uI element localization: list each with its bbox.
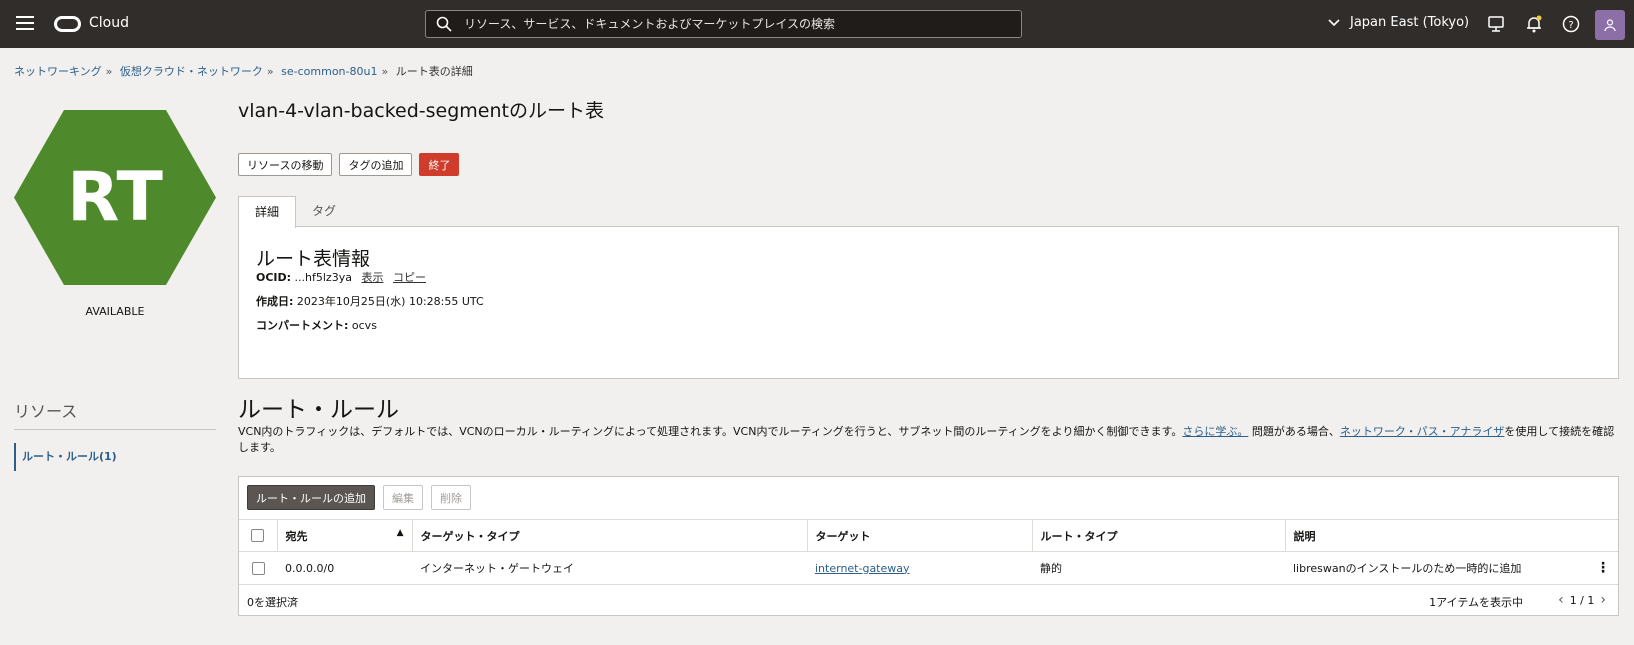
search-box[interactable] [425, 10, 1022, 38]
cell-route-type: 静的 [1032, 551, 1285, 585]
desc-text-2: 問題がある場合、 [1248, 425, 1340, 438]
help-icon[interactable]: ? [1561, 14, 1581, 34]
ocid-copy-link[interactable]: コピー [393, 271, 426, 284]
route-rules-panel: ルート・ルールの追加 編集 削除 宛先 ▲ ターゲット・タイプ ターゲット ルート… [238, 476, 1619, 616]
details-heading: ルート表情報 [256, 248, 371, 270]
ocid-show-link[interactable]: 表示 [361, 271, 383, 284]
learn-more-link[interactable]: さらに学ぶ。 [1182, 425, 1248, 438]
breadcrumb-vcn[interactable]: 仮想クラウド・ネットワーク [120, 65, 263, 78]
ocid-label: OCID: [256, 271, 292, 284]
item-count: 1アイテムを表示中 [1429, 596, 1523, 609]
region-selector[interactable]: Japan East (Tokyo) [1328, 15, 1469, 30]
tab-bar: 詳細 タグ [238, 196, 352, 228]
menu-icon[interactable] [16, 16, 34, 32]
region-label: Japan East (Tokyo) [1350, 15, 1470, 30]
column-route-type[interactable]: ルート・タイプ [1031, 519, 1285, 552]
previous-page-icon[interactable]: ‹ [1558, 592, 1564, 608]
target-link[interactable]: internet-gateway [815, 562, 910, 575]
chevron-down-icon [1328, 18, 1340, 26]
move-resource-button[interactable]: リソースの移動 [238, 153, 333, 176]
oracle-logo-icon[interactable] [54, 16, 81, 32]
breadcrumb-separator: » [381, 65, 389, 78]
cell-destination: 0.0.0.0/0 [277, 551, 412, 585]
compartment-row: コンパートメント: ocvs [256, 317, 377, 333]
row-checkbox[interactable] [251, 562, 265, 575]
add-tag-button[interactable]: タグの追加 [339, 153, 413, 176]
compartment-value: ocvs [351, 319, 377, 332]
tab-tags[interactable]: タグ [296, 196, 352, 227]
brand-name[interactable]: Cloud [89, 15, 129, 31]
next-page-icon[interactable]: › [1600, 592, 1606, 608]
table-footer: 0を選択済 1アイテムを表示中 ‹ 1 / 1 › [239, 584, 1618, 616]
svg-text:?: ? [1568, 20, 1573, 31]
description-text: libreswanのインストールのため一時的に追加 [1293, 562, 1522, 576]
created-label: 作成日: [256, 295, 294, 308]
terminate-button[interactable]: 終了 [419, 153, 460, 176]
top-bar: Cloud Japan East (Tokyo) ? [0, 0, 1634, 48]
route-rules-description: VCN内のトラフィックは、デフォルトでは、VCNのローカル・ルーティングによって… [238, 424, 1618, 456]
search-input[interactable] [464, 17, 1004, 31]
route-table-hexagon-icon: RT [14, 110, 216, 285]
user-avatar[interactable] [1595, 10, 1625, 40]
ocid-value: ...hf5lz3ya [294, 271, 352, 284]
page-title: vlan-4-vlan-backed-segmentのルート表 [238, 100, 604, 122]
user-icon [1604, 19, 1616, 32]
selected-count: 0を選択済 [247, 596, 298, 609]
breadcrumb: ネットワーキング» 仮想クラウド・ネットワーク» se-common-80u1»… [14, 63, 473, 79]
page-indicator: 1 / 1 [1569, 593, 1595, 607]
resources-heading: リソース [14, 402, 78, 421]
column-target-type[interactable]: ターゲット・タイプ [411, 519, 807, 552]
desc-text-1: VCN内のトラフィックは、デフォルトでは、VCNのローカル・ルーティングによって… [238, 425, 1183, 438]
breadcrumb-separator: » [266, 65, 274, 78]
breadcrumb-separator: » [105, 65, 113, 78]
cell-description: libreswanのインストールのため一時的に追加 ⋮ [1285, 551, 1618, 585]
lifecycle-status: AVAILABLE [85, 305, 145, 318]
row-actions-kebab-icon[interactable]: ⋮ [1596, 560, 1610, 576]
cell-target: internet-gateway [807, 551, 1032, 585]
column-description[interactable]: 説明 [1284, 519, 1618, 552]
sort-ascending-icon[interactable]: ▲ [397, 528, 404, 538]
action-bar: リソースの移動 タグの追加 終了 [238, 153, 460, 176]
select-all-checkbox[interactable] [251, 529, 265, 543]
divider [14, 429, 216, 430]
created-row: 作成日: 2023年10月25日(水) 10:28:55 UTC [256, 293, 484, 309]
created-value: 2023年10月25日(水) 10:28:55 UTC [296, 295, 484, 308]
breadcrumb-current: ルート表の詳細 [395, 65, 473, 78]
ocid-row: OCID: ...hf5lz3ya 表示 コピー [256, 269, 426, 285]
cloud-shell-icon[interactable] [1486, 14, 1506, 34]
add-route-rule-button[interactable]: ルート・ルールの追加 [247, 485, 375, 510]
compartment-label: コンパートメント: [256, 319, 349, 332]
sidebar-item-route-rules[interactable]: ルート・ルール(1) [14, 443, 117, 471]
route-rules-heading: ルート・ルール [238, 397, 399, 423]
notification-bell-icon[interactable] [1524, 14, 1544, 34]
route-rules-table: 宛先 ▲ ターゲット・タイプ ターゲット ルート・タイプ 説明 0.0.0.0/0… [239, 519, 1618, 585]
cell-target-type: インターネット・ゲートウェイ [412, 551, 807, 585]
row-select-cell [239, 551, 277, 585]
select-all-header [239, 519, 277, 552]
details-panel: ルート表情報 OCID: ...hf5lz3ya 表示 コピー 作成日: 202… [238, 226, 1619, 379]
column-target[interactable]: ターゲット [806, 519, 1032, 552]
breadcrumb-vcn-name[interactable]: se-common-80u1 [281, 65, 377, 78]
column-destination[interactable]: 宛先 ▲ [276, 519, 412, 552]
delete-button[interactable]: 削除 [431, 485, 471, 510]
resource-icon-text: RT [67, 158, 163, 237]
network-path-analyzer-link[interactable]: ネットワーク・パス・アナライザ [1340, 425, 1505, 438]
search-icon [436, 16, 452, 32]
pagination: ‹ 1 / 1 › [1558, 592, 1606, 608]
breadcrumb-networking[interactable]: ネットワーキング [14, 65, 102, 78]
table-row: 0.0.0.0/0 インターネット・ゲートウェイ internet-gatewa… [239, 551, 1618, 585]
table-actions: ルート・ルールの追加 編集 削除 [247, 485, 471, 510]
edit-button[interactable]: 編集 [383, 485, 423, 510]
table-header-row: 宛先 ▲ ターゲット・タイプ ターゲット ルート・タイプ 説明 [239, 519, 1618, 552]
tab-details[interactable]: 詳細 [238, 196, 297, 228]
